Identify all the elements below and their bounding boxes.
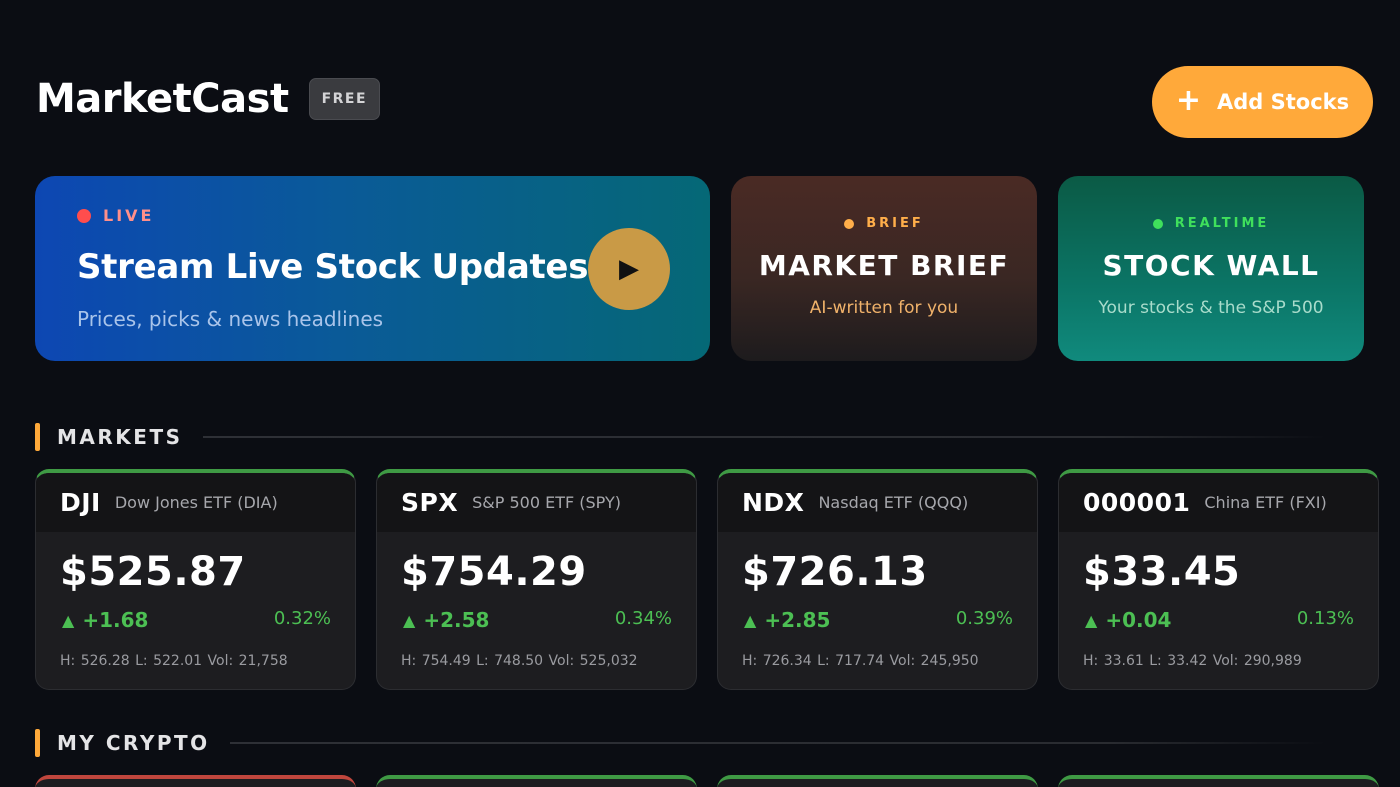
markets-section-title: MARKETS bbox=[57, 425, 183, 449]
live-card-subtitle: Prices, picks & news headlines bbox=[77, 307, 384, 331]
section-divider bbox=[229, 742, 1325, 744]
market-symbol: SPX bbox=[401, 488, 459, 517]
market-percent: 0.39% bbox=[955, 608, 1013, 629]
play-button[interactable]: ▶ bbox=[588, 228, 670, 310]
market-stats: H: 526.28 L: 522.01 Vol: 21,758 bbox=[60, 653, 288, 669]
market-price: $525.87 bbox=[60, 549, 246, 595]
market-price: $754.29 bbox=[401, 549, 587, 595]
brand-header: MarketCast FREE bbox=[36, 76, 381, 122]
section-accent-bar bbox=[35, 423, 40, 451]
brief-card-title: MARKET BRIEF bbox=[758, 249, 1010, 282]
crypto-section-title: MY CRYPTO bbox=[57, 731, 210, 755]
plus-icon: + bbox=[1175, 82, 1201, 118]
realtime-tag-label: REALTIME bbox=[1174, 216, 1270, 231]
market-change: ▲ +1.68 bbox=[62, 608, 148, 632]
market-card-header: SPX S&P 500 ETF (SPY) bbox=[377, 473, 696, 532]
market-symbol: 000001 bbox=[1083, 488, 1191, 517]
arrow-up-icon: ▲ bbox=[744, 610, 757, 630]
section-divider bbox=[202, 436, 1325, 438]
market-price: $726.13 bbox=[742, 549, 928, 595]
wall-card-title: STOCK WALL bbox=[1102, 249, 1320, 282]
market-symbol: DJI bbox=[60, 488, 101, 517]
market-name: Dow Jones ETF (DIA) bbox=[114, 493, 278, 512]
markets-section-header: MARKETS bbox=[35, 423, 1325, 451]
market-card-000001[interactable]: 000001 China ETF (FXI) $33.45 ▲ +0.04 0.… bbox=[1058, 469, 1379, 690]
market-change: ▲ +0.04 bbox=[1085, 608, 1171, 632]
live-stream-card[interactable]: LIVE Stream Live Stock Updates Prices, p… bbox=[35, 176, 710, 361]
market-name: Nasdaq ETF (QQQ) bbox=[818, 493, 969, 512]
live-tag-label: LIVE bbox=[103, 206, 155, 225]
market-change-value: +2.58 bbox=[423, 608, 490, 632]
market-percent: 0.34% bbox=[614, 608, 672, 629]
market-name: China ETF (FXI) bbox=[1204, 493, 1327, 512]
market-percent: 0.13% bbox=[1296, 608, 1354, 629]
arrow-up-icon: ▲ bbox=[1085, 610, 1098, 630]
market-change: ▲ +2.58 bbox=[403, 608, 489, 632]
add-stocks-label: Add Stocks bbox=[1217, 90, 1350, 114]
realtime-dot-icon bbox=[1152, 218, 1163, 229]
market-percent: 0.32% bbox=[273, 608, 331, 629]
crypto-section-header: MY CRYPTO bbox=[35, 729, 1325, 757]
crypto-card[interactable] bbox=[35, 775, 356, 787]
realtime-tag: REALTIME bbox=[1152, 216, 1270, 231]
marketcast-home: MarketCast FREE + Add Stocks LIVE Stream… bbox=[0, 0, 1400, 787]
live-card-title: Stream Live Stock Updates bbox=[77, 247, 589, 287]
market-symbol: NDX bbox=[742, 488, 805, 517]
add-stocks-button[interactable]: + Add Stocks bbox=[1152, 66, 1373, 138]
market-card-header: 000001 China ETF (FXI) bbox=[1059, 473, 1378, 532]
crypto-card[interactable] bbox=[376, 775, 697, 787]
market-stats: H: 726.34 L: 717.74 Vol: 245,950 bbox=[742, 653, 979, 669]
market-brief-card[interactable]: BRIEF MARKET BRIEF AI-written for you bbox=[731, 176, 1037, 361]
market-card-header: DJI Dow Jones ETF (DIA) bbox=[36, 473, 355, 532]
plan-badge: FREE bbox=[308, 78, 381, 120]
market-card-spx[interactable]: SPX S&P 500 ETF (SPY) $754.29 ▲ +2.58 0.… bbox=[376, 469, 697, 690]
brief-tag: BRIEF bbox=[844, 216, 924, 231]
brief-tag-label: BRIEF bbox=[866, 216, 924, 231]
section-accent-bar bbox=[35, 729, 40, 757]
stock-wall-card[interactable]: REALTIME STOCK WALL Your stocks & the S&… bbox=[1058, 176, 1364, 361]
market-price: $33.45 bbox=[1083, 549, 1241, 595]
arrow-up-icon: ▲ bbox=[62, 610, 75, 630]
brief-dot-icon bbox=[844, 218, 855, 229]
live-dot-icon bbox=[77, 208, 91, 223]
market-name: S&P 500 ETF (SPY) bbox=[472, 493, 621, 512]
market-card-header: NDX Nasdaq ETF (QQQ) bbox=[718, 473, 1037, 532]
market-change-value: +0.04 bbox=[1105, 608, 1172, 632]
market-change-value: +1.68 bbox=[82, 608, 149, 632]
app-title: MarketCast bbox=[36, 76, 289, 122]
arrow-up-icon: ▲ bbox=[403, 610, 416, 630]
live-tag: LIVE bbox=[77, 206, 668, 225]
play-icon: ▶ bbox=[619, 254, 639, 284]
market-change-value: +2.85 bbox=[764, 608, 831, 632]
crypto-card[interactable] bbox=[1058, 775, 1379, 787]
market-stats: H: 33.61 L: 33.42 Vol: 290,989 bbox=[1083, 653, 1302, 669]
market-card-dji[interactable]: DJI Dow Jones ETF (DIA) $525.87 ▲ +1.68 … bbox=[35, 469, 356, 690]
wall-card-subtitle: Your stocks & the S&P 500 bbox=[1098, 298, 1324, 318]
market-stats: H: 754.49 L: 748.50 Vol: 525,032 bbox=[401, 653, 638, 669]
brief-card-subtitle: AI-written for you bbox=[809, 298, 959, 318]
market-card-ndx[interactable]: NDX Nasdaq ETF (QQQ) $726.13 ▲ +2.85 0.3… bbox=[717, 469, 1038, 690]
crypto-card[interactable] bbox=[717, 775, 1038, 787]
market-change: ▲ +2.85 bbox=[744, 608, 830, 632]
